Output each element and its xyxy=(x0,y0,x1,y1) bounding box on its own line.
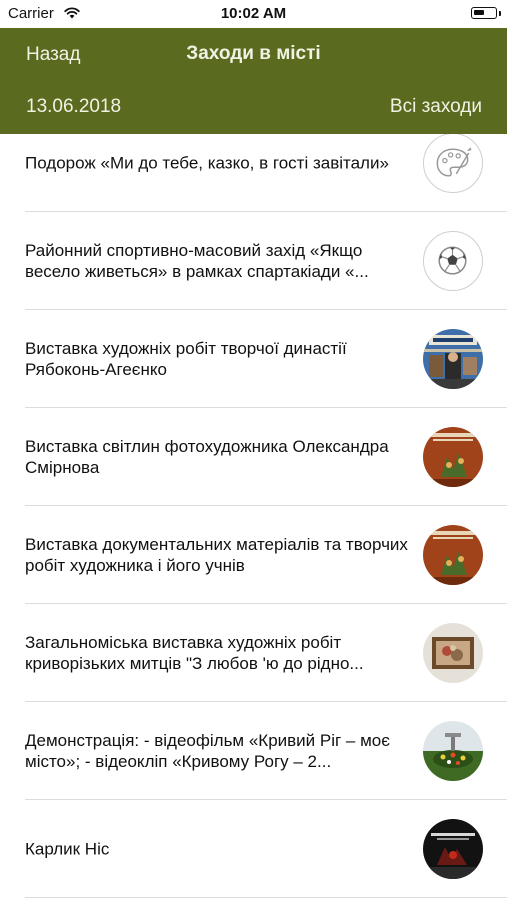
event-title: Виставка світлин фотохудожника Олександр… xyxy=(25,437,389,477)
event-row[interactable]: Виставка документальних матеріалів та тв… xyxy=(0,506,507,604)
event-row[interactable]: Карлик Ніс xyxy=(0,800,507,898)
back-button[interactable]: Назад xyxy=(26,44,80,66)
event-title: Загальноміська виставка художніх робіт к… xyxy=(25,633,364,673)
status-bar: Carrier 10:02 AM xyxy=(0,0,507,28)
flowerbed-photo-thumbnail xyxy=(423,721,483,781)
battery-icon xyxy=(471,7,497,19)
framed-painting-thumbnail xyxy=(423,623,483,683)
exhibition-poster-thumbnail xyxy=(423,329,483,389)
brown-poster-thumbnail xyxy=(423,525,483,585)
event-title: Районний спортивно-масовий захід «Якщо в… xyxy=(25,241,369,281)
palette-icon xyxy=(423,134,483,193)
event-row[interactable]: Демонстрація: - відеофільм «Кривий Ріг –… xyxy=(0,702,507,800)
clock: 10:02 AM xyxy=(220,5,287,22)
date-selector[interactable]: 13.06.2018 xyxy=(26,96,121,118)
event-row[interactable]: Виставка художніх робіт творчої династії… xyxy=(0,310,507,408)
soccer-ball-icon xyxy=(423,231,483,291)
event-row[interactable]: Подорож «Ми до тебе, казко, в гості заві… xyxy=(0,134,507,212)
dark-stage-thumbnail xyxy=(423,819,483,879)
all-events-button[interactable]: Всі заходи xyxy=(390,96,482,118)
row-separator xyxy=(25,897,507,898)
event-title: Подорож «Ми до тебе, казко, в гості заві… xyxy=(25,153,389,173)
event-title: Виставка художніх робіт творчої династії… xyxy=(25,339,347,379)
navigation-bar: Назад Заходи в місті 13.06.2018 Всі захо… xyxy=(0,28,507,134)
event-row[interactable]: Районний спортивно-масовий захід «Якщо в… xyxy=(0,212,507,310)
events-list[interactable]: Подорож «Ми до тебе, казко, в гості заві… xyxy=(0,134,507,900)
battery-tip xyxy=(499,11,501,16)
event-title: Карлик Ніс xyxy=(25,839,110,859)
event-title: Виставка документальних матеріалів та тв… xyxy=(25,535,408,575)
event-row[interactable]: Загальноміська виставка художніх робіт к… xyxy=(0,604,507,702)
brown-poster-thumbnail xyxy=(423,427,483,487)
event-row[interactable]: Виставка світлин фотохудожника Олександр… xyxy=(0,408,507,506)
event-title: Демонстрація: - відеофільм «Кривий Ріг –… xyxy=(25,731,390,771)
battery-level xyxy=(474,10,484,15)
